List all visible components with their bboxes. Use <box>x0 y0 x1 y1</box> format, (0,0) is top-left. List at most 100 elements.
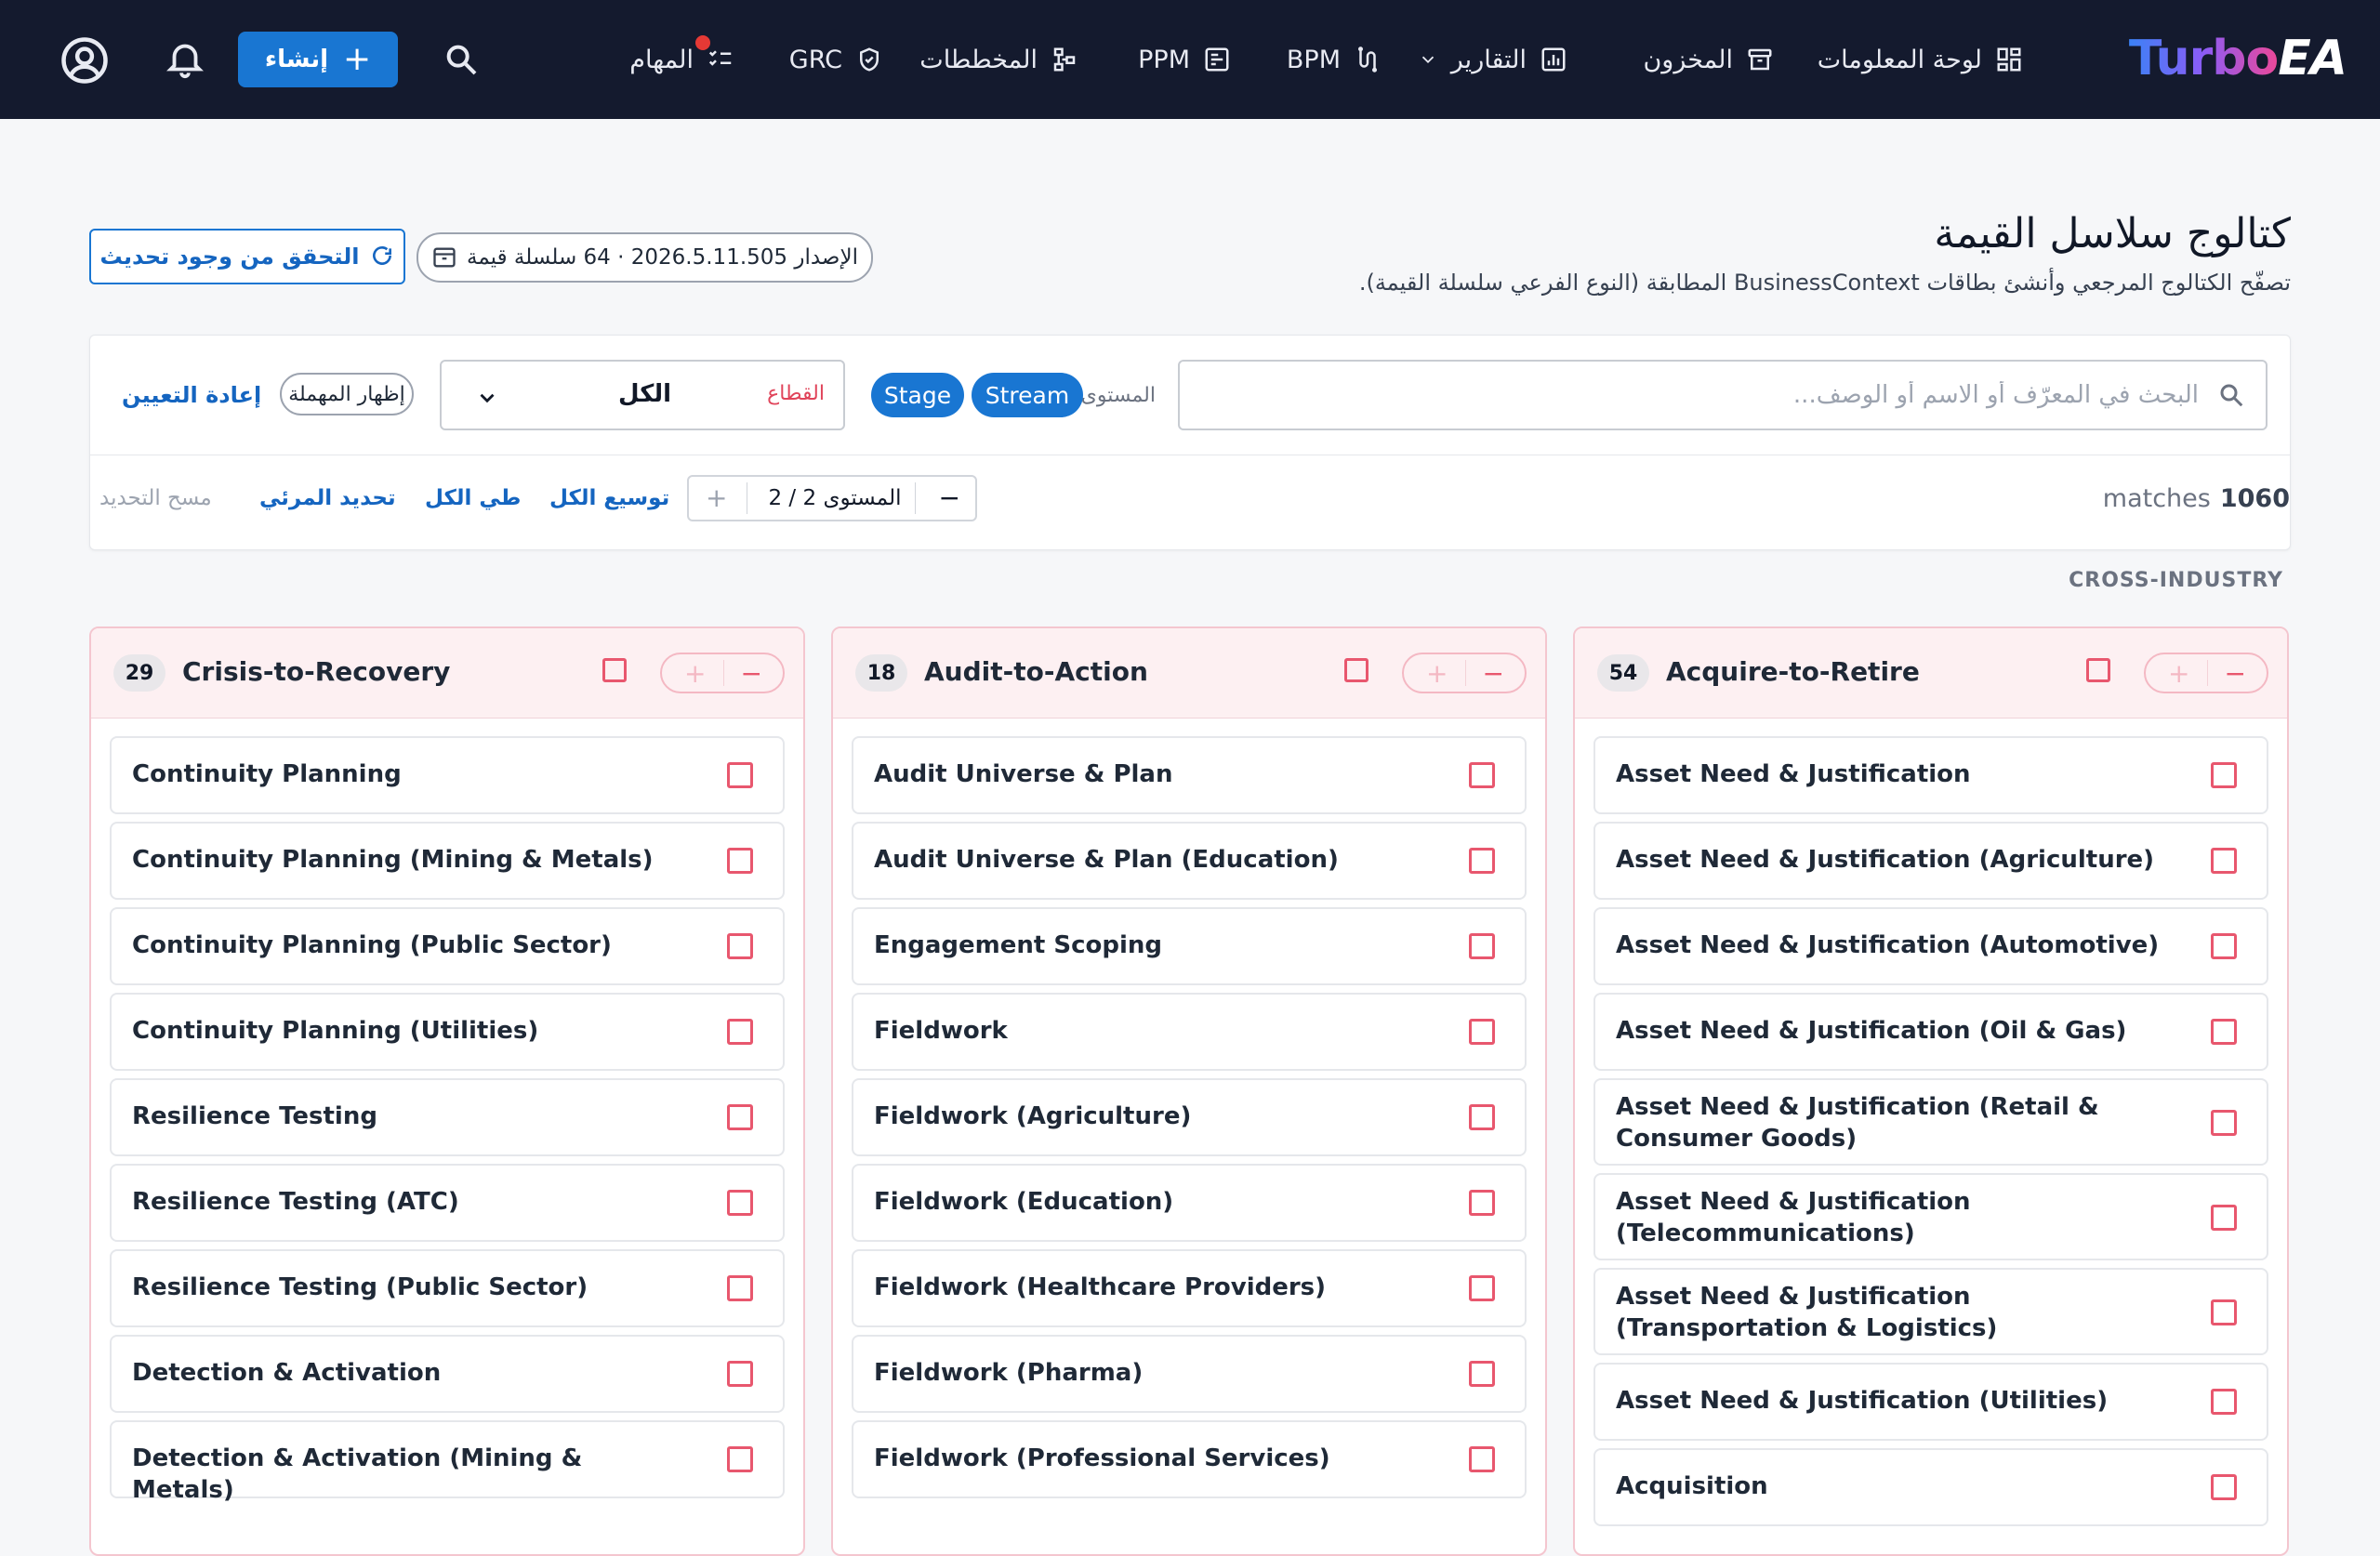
stage-card[interactable]: Asset Need & Justification (Utilities) <box>1593 1363 2268 1441</box>
stage-card[interactable]: Asset Need & Justification (Automotive) <box>1593 907 2268 985</box>
turboea-logo[interactable]: Turbo EA <box>2129 28 2347 89</box>
stage-card[interactable]: Engagement Scoping <box>852 907 1527 985</box>
stage-card-checkbox[interactable] <box>1469 762 1495 788</box>
nav-bpm-label: BPM <box>1286 45 1341 74</box>
stage-card-checkbox[interactable] <box>1469 1446 1495 1472</box>
stage-card-checkbox[interactable] <box>1469 1275 1495 1301</box>
stage-card-checkbox[interactable] <box>2211 1205 2237 1231</box>
search-input[interactable] <box>1200 380 2201 410</box>
stage-card-checkbox[interactable] <box>727 1190 753 1216</box>
chevron-down-icon <box>480 393 495 403</box>
nav-tasks[interactable]: المهام <box>629 35 734 84</box>
stage-card[interactable]: Fieldwork (Agriculture) <box>852 1078 1527 1156</box>
column-collapse-button[interactable]: − <box>741 658 762 689</box>
reset-filters-link[interactable]: إعادة التعيين <box>122 382 261 408</box>
stage-card-checkbox[interactable] <box>1469 1104 1495 1130</box>
stage-card[interactable]: Detection & Activation <box>110 1335 785 1413</box>
stage-card-title: Detection & Activation (Mining & Metals) <box>132 1444 583 1504</box>
stage-card[interactable]: Asset Need & Justification (Agriculture) <box>1593 822 2268 900</box>
nav-inventory[interactable]: المخزون <box>1643 35 1774 84</box>
stage-card-checkbox[interactable] <box>1469 1190 1495 1216</box>
stage-card-title: Fieldwork (Pharma) <box>874 1359 1144 1387</box>
stage-card-checkbox[interactable] <box>2211 1474 2237 1500</box>
column-expand-button[interactable]: + <box>2168 658 2189 689</box>
nav-diagrams[interactable]: المخططات <box>919 35 1078 84</box>
stage-card-checkbox[interactable] <box>727 1019 753 1045</box>
stage-card-checkbox[interactable] <box>2211 1019 2237 1045</box>
stage-card[interactable]: Resilience Testing (Public Sector) <box>110 1249 785 1327</box>
stage-card-checkbox[interactable] <box>1469 933 1495 959</box>
nav-ppm[interactable]: PPM <box>1138 35 1231 84</box>
stage-card[interactable]: Audit Universe & Plan (Education) <box>852 822 1527 900</box>
stage-card[interactable]: Acquisition <box>1593 1448 2268 1526</box>
stage-card[interactable]: Audit Universe & Plan <box>852 736 1527 814</box>
stage-card[interactable]: Detection & Activation (Mining & Metals) <box>110 1420 785 1504</box>
stage-card-checkbox[interactable] <box>1469 848 1495 874</box>
column-header[interactable]: 54 Acquire-to-Retire + − <box>1575 628 2287 719</box>
stage-card[interactable]: Continuity Planning (Utilities) <box>110 993 785 1071</box>
stage-card-checkbox[interactable] <box>727 762 753 788</box>
column-collapse-button[interactable]: − <box>2225 658 2246 689</box>
column-expand-button[interactable]: + <box>1426 658 1448 689</box>
stage-card-checkbox[interactable] <box>2211 848 2237 874</box>
stage-card[interactable]: Resilience Testing <box>110 1078 785 1156</box>
sector-select[interactable]: القطاع الكل <box>440 360 845 430</box>
clear-selection-link[interactable]: مسح التحديد <box>99 486 212 510</box>
stage-card[interactable]: Fieldwork (Professional Services) <box>852 1420 1527 1498</box>
stage-card-checkbox[interactable] <box>727 1275 753 1301</box>
stage-card[interactable]: Asset Need & Justification (Telecommunic… <box>1593 1173 2268 1260</box>
stage-card-checkbox[interactable] <box>727 1361 753 1387</box>
level-decrease-button[interactable]: − <box>939 482 960 513</box>
stage-card-checkbox[interactable] <box>727 1446 753 1472</box>
stage-card[interactable]: Asset Need & Justification (Retail & Con… <box>1593 1078 2268 1166</box>
nav-grc[interactable]: GRC <box>789 35 883 84</box>
level-pill-stage[interactable]: Stage <box>871 373 964 417</box>
column-collapse-button[interactable]: − <box>1483 658 1504 689</box>
stage-card[interactable]: Asset Need & Justification (Oil & Gas) <box>1593 993 2268 1071</box>
expand-all-link[interactable]: توسيع الكل <box>549 486 669 510</box>
stage-card[interactable]: Continuity Planning (Mining & Metals) <box>110 822 785 900</box>
stage-card[interactable]: Fieldwork (Healthcare Providers) <box>852 1249 1527 1327</box>
stage-card[interactable]: Resilience Testing (ATC) <box>110 1164 785 1242</box>
column-checkbox[interactable] <box>2086 658 2110 682</box>
column-checkbox[interactable] <box>1344 658 1368 682</box>
column-header[interactable]: 29 Crisis-to-Recovery + − <box>91 628 803 719</box>
collapse-all-link[interactable]: طي الكل <box>425 486 521 510</box>
stage-card[interactable]: Fieldwork (Education) <box>852 1164 1527 1242</box>
user-account-icon[interactable] <box>60 35 110 86</box>
stage-card-checkbox[interactable] <box>727 933 753 959</box>
nav-dashboard[interactable]: لوحة المعلومات <box>1818 35 2023 84</box>
stage-card[interactable]: Continuity Planning (Public Sector) <box>110 907 785 985</box>
stage-card-checkbox[interactable] <box>2211 1389 2237 1415</box>
stage-card-title: Asset Need & Justification (Agriculture) <box>1616 846 2155 874</box>
stage-card-checkbox[interactable] <box>2211 1110 2237 1136</box>
matches-count: matches 1060 <box>2103 484 2290 513</box>
bell-icon[interactable] <box>164 37 206 80</box>
check-for-update-button[interactable]: التحقق من وجود تحديث <box>89 229 405 284</box>
stage-card-checkbox[interactable] <box>727 1104 753 1130</box>
stage-card[interactable]: Continuity Planning <box>110 736 785 814</box>
select-visible-link[interactable]: تحديد المرئي <box>259 486 396 510</box>
stage-card-checkbox[interactable] <box>2211 1299 2237 1325</box>
stage-card-checkbox[interactable] <box>1469 1019 1495 1045</box>
stage-card[interactable]: Fieldwork <box>852 993 1527 1071</box>
nav-bpm[interactable]: BPM <box>1287 35 1382 84</box>
column-expand-button[interactable]: + <box>684 658 706 689</box>
level-increase-button[interactable]: + <box>706 482 727 513</box>
column-checkbox[interactable] <box>602 658 627 682</box>
search-field[interactable] <box>1178 360 2268 430</box>
show-deprecated-toggle[interactable]: إظهار المهملة <box>280 373 414 415</box>
stage-card-checkbox[interactable] <box>1469 1361 1495 1387</box>
search-icon[interactable] <box>443 41 480 78</box>
nav-reports[interactable]: التقارير <box>1418 35 1567 84</box>
stage-card-title: Detection & Activation <box>132 1359 442 1387</box>
stage-card[interactable]: Asset Need & Justification (Transportati… <box>1593 1268 2268 1355</box>
stage-card-checkbox[interactable] <box>2211 762 2237 788</box>
create-button[interactable]: + إنشاء <box>238 32 398 87</box>
stage-card[interactable]: Asset Need & Justification <box>1593 736 2268 814</box>
level-pill-stream[interactable]: Stream <box>972 373 1083 417</box>
stage-card-checkbox[interactable] <box>2211 933 2237 959</box>
stage-card[interactable]: Fieldwork (Pharma) <box>852 1335 1527 1413</box>
stage-card-checkbox[interactable] <box>727 848 753 874</box>
column-header[interactable]: 18 Audit-to-Action + − <box>833 628 1545 719</box>
